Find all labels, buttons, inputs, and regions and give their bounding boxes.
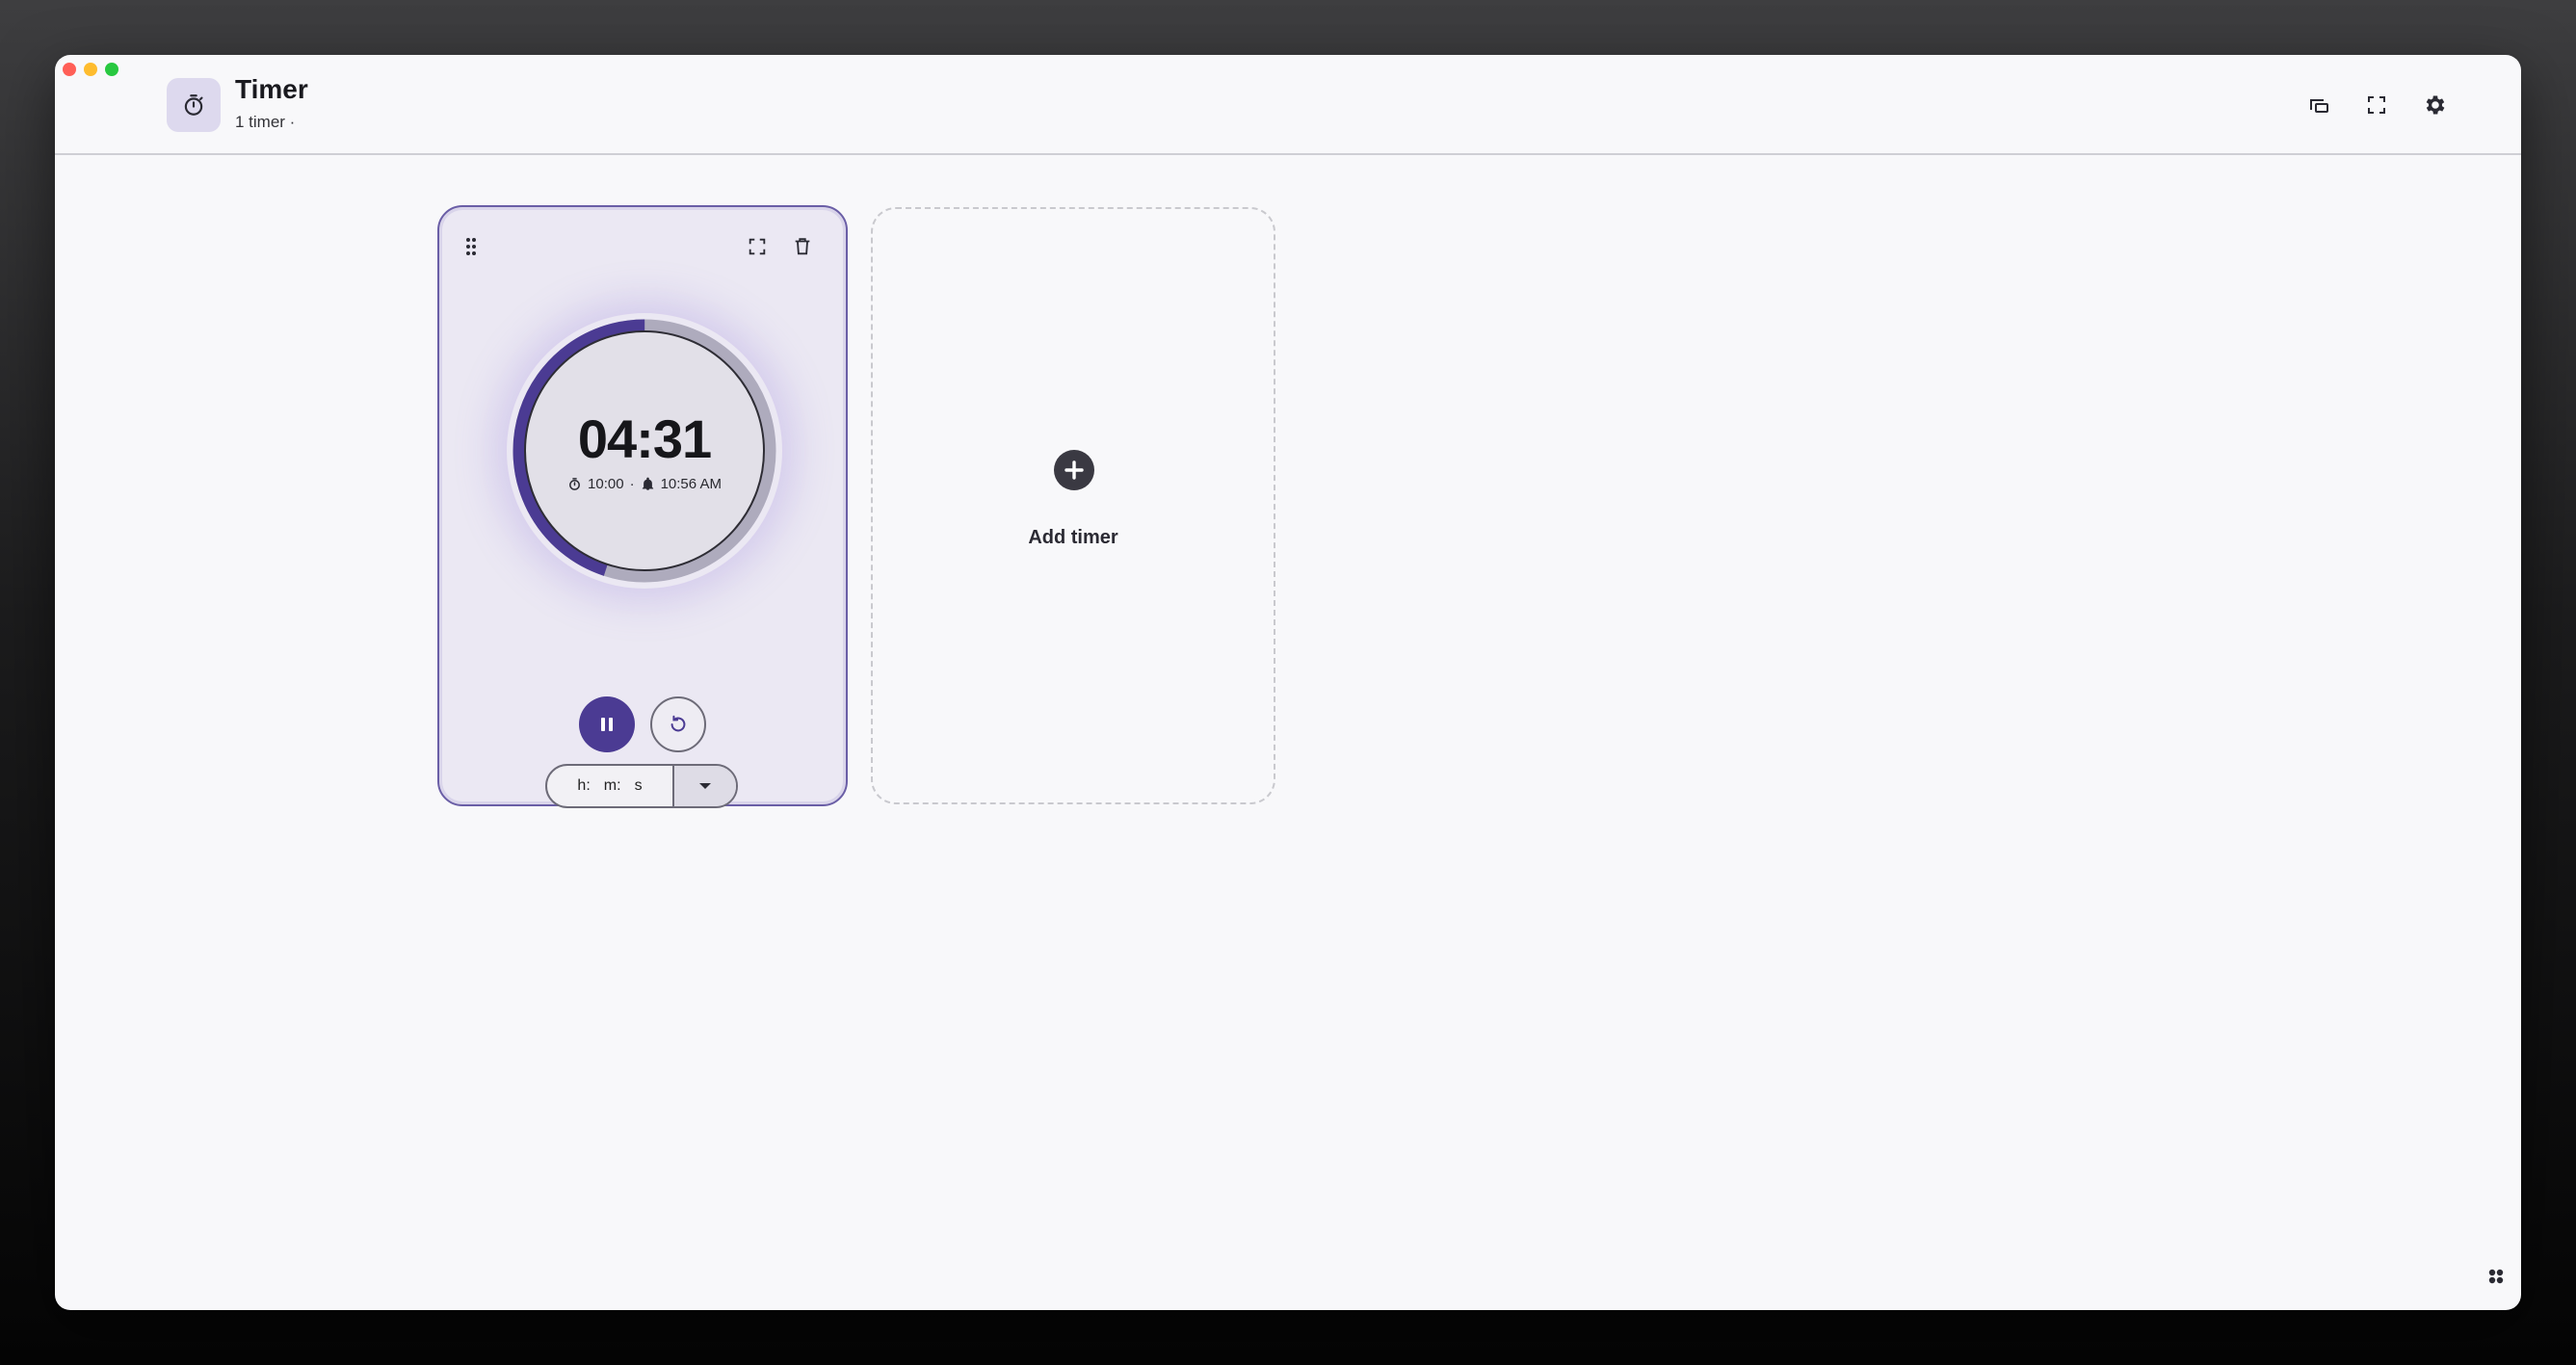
pause-icon [601,718,613,731]
delete-timer-button[interactable] [788,232,817,261]
fullscreen-icon [2368,96,2385,114]
grid-icon [2488,1269,2504,1284]
add-icon [1054,450,1094,490]
timer-count: 1 timer · [235,113,296,131]
minutes-label: m [603,777,618,794]
meta-separator: · [629,476,635,492]
gear-icon [2426,95,2445,115]
seconds-field[interactable]: s [635,777,643,795]
app-header: Timer 1 timer · [55,55,2521,155]
reset-icon [670,715,686,732]
minutes-separator: : [617,777,621,794]
bell-icon [642,477,653,490]
timer-card: 04:31 10:00 · 10:56 AM h: m: s [437,205,848,808]
app-title: Timer [235,74,308,104]
remaining-time: 04:31 [577,408,712,469]
drag-handle[interactable] [457,232,486,261]
pause-button[interactable] [579,696,635,752]
drag-handle-icon [466,238,476,255]
hours-label: h [577,777,587,794]
plus-icon [1065,460,1084,480]
timer-duration: 10:00 [588,476,624,492]
hours-field[interactable]: h: [577,777,590,795]
fullscreen-icon [749,238,766,255]
hours-separator: : [586,777,591,794]
timer-meta: 10:00 · 10:56 AM [507,476,782,492]
reset-button[interactable] [650,696,706,752]
add-timer-label: Add timer [1028,527,1118,548]
caret-down-icon [699,783,711,789]
stopwatch-icon [184,94,203,116]
duration-fields[interactable]: h: m: s [547,766,672,806]
fullscreen-button[interactable] [2360,89,2393,121]
picture-in-picture-icon [2310,99,2328,113]
add-timer-card[interactable]: Add timer [871,207,1275,804]
layout-toggle-button[interactable] [2482,1262,2510,1291]
timer-dial: 04:31 10:00 · 10:56 AM [507,313,782,589]
alarm-time: 10:56 AM [660,476,722,492]
trash-icon [795,238,810,255]
app-icon [167,78,221,132]
settings-button[interactable] [2419,89,2452,121]
duration-input[interactable]: h: m: s [545,764,738,808]
app-window: Timer 1 timer · 04:31 10:00 · 10:56 AM h… [55,55,2521,1310]
presets-dropdown-button[interactable] [672,766,736,806]
minutes-field[interactable]: m: [604,777,621,795]
stopwatch-icon [569,478,580,490]
picture-in-picture-button[interactable] [2302,89,2335,121]
timer-fullscreen-button[interactable] [743,232,772,261]
